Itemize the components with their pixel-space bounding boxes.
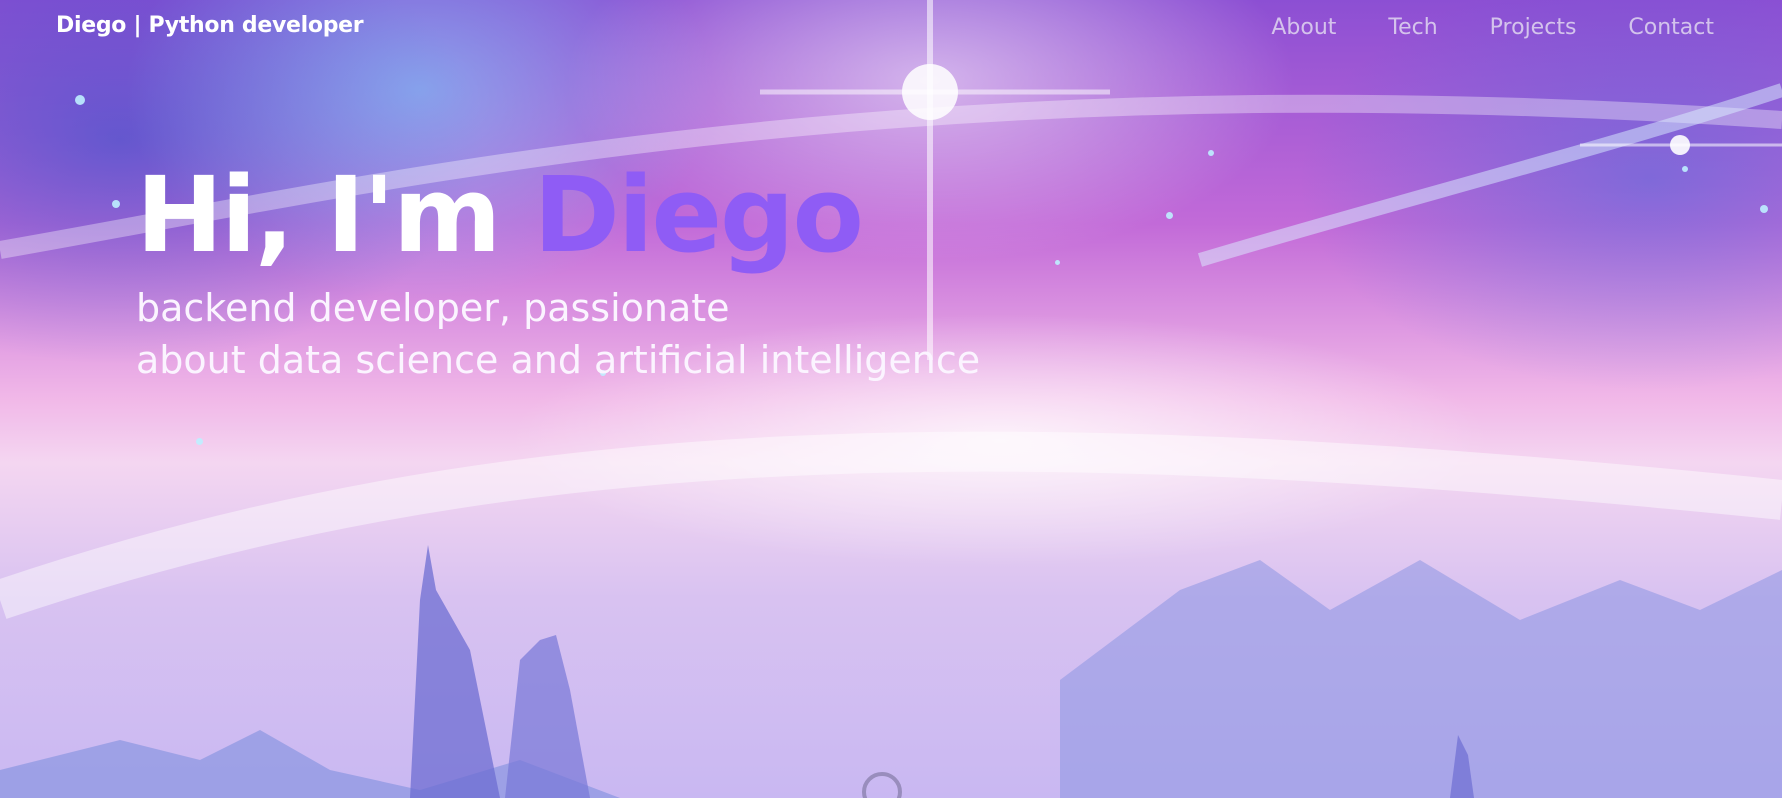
hero-subtitle-line-2: about data science and artificial intell…: [136, 338, 981, 382]
space-scene-illustration: [0, 0, 1782, 798]
hero-subtitle: backend developer, passionate about data…: [136, 282, 980, 386]
nav-link-contact[interactable]: Contact: [1628, 15, 1714, 40]
hero-section: Hi, I'm Diego backend developer, passion…: [136, 150, 980, 386]
nav-link-projects[interactable]: Projects: [1490, 15, 1577, 40]
top-navbar: Diego | Python developer About Tech Proj…: [0, 0, 1782, 58]
hero-name: Diego: [533, 154, 864, 276]
brand-logo-text[interactable]: Diego | Python developer: [56, 13, 364, 38]
nav-links: About Tech Projects Contact: [1219, 15, 1714, 40]
hero-subtitle-line-1: backend developer, passionate: [136, 286, 730, 330]
nav-link-tech[interactable]: Tech: [1388, 15, 1437, 40]
hero-greeting: Hi, I'm: [136, 154, 534, 276]
hero-background: [0, 0, 1782, 798]
hero-heading: Hi, I'm Diego: [136, 150, 980, 280]
nav-link-about[interactable]: About: [1271, 15, 1336, 40]
